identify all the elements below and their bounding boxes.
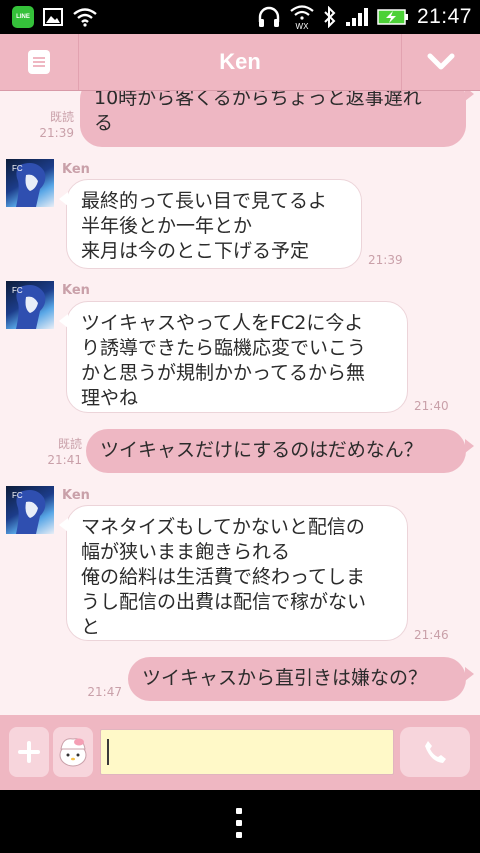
message-line: と xyxy=(81,616,101,638)
message-line: 俺の給料は生活費で終わってしま xyxy=(81,566,366,588)
headphones-icon xyxy=(258,6,280,27)
message-meta: 既読 21:39 xyxy=(36,109,74,141)
message-meta: 21:47 xyxy=(84,684,122,700)
image-icon xyxy=(43,8,63,26)
overflow-menu-icon[interactable] xyxy=(236,808,242,838)
avatar[interactable]: FC xyxy=(6,486,54,534)
phone-icon xyxy=(425,741,446,763)
message-time: 21:40 xyxy=(414,399,449,413)
wifi-icon xyxy=(73,8,97,27)
melody-sticker-icon xyxy=(59,738,87,767)
avatar[interactable]: FC xyxy=(6,159,54,207)
message-meta: 既読 21:41 xyxy=(44,436,82,468)
line-icon: LINE xyxy=(12,6,34,28)
message-line: 10時から客くるからちょっと返事遅れ xyxy=(94,91,422,109)
message-input-bar xyxy=(0,715,480,790)
message-line: ツイキャスから直引きは嫌なの？ xyxy=(142,667,428,689)
bluetooth-icon xyxy=(324,6,336,28)
avatar-image: FC xyxy=(12,285,46,329)
menu-button[interactable] xyxy=(0,34,79,90)
chat-area[interactable]: 既読 21:39 10時から客くるからちょっと返事遅れ る FC Ken 最終的… xyxy=(0,91,480,715)
navigation-bar xyxy=(0,790,480,853)
chat-header: Ken xyxy=(0,34,480,91)
message-time: 21:47 xyxy=(87,685,122,699)
message-line: り誘導できたら臨機応変でいこう xyxy=(81,337,367,359)
message-line: る xyxy=(94,112,114,134)
message-line: ツイキャスだけにするのはだめなん？ xyxy=(100,439,423,461)
message-line: ツイキャスやって人をFC2に今よ xyxy=(81,312,364,334)
message-bubble-incoming[interactable]: マネタイズもしてかないと配信の 幅が狭いまま飽きられる 俺の給料は生活費で終わっ… xyxy=(59,505,408,641)
message-line: 幅が狭いまま飽きられる xyxy=(81,541,291,563)
menu-icon xyxy=(28,50,50,74)
svg-text:FC: FC xyxy=(12,491,23,500)
avatar[interactable]: FC xyxy=(6,281,54,329)
wifi-wx-icon: WX xyxy=(290,5,314,30)
message-bubble-outgoing[interactable]: ツイキャスだけにするのはだめなん？ xyxy=(86,429,474,473)
message-line: マネタイズもしてかないと配信の xyxy=(81,516,365,538)
message-line: かと思うが規制かかってるから無 xyxy=(81,362,366,384)
message-line: 最終的って長い目で見てるよ xyxy=(81,190,328,212)
svg-text:WX: WX xyxy=(295,22,309,30)
message-time: 21:41 xyxy=(47,453,82,467)
dropdown-button[interactable] xyxy=(401,34,480,90)
status-clock: 21:47 xyxy=(416,5,472,28)
message-time: 21:39 xyxy=(39,126,74,140)
battery-charging-icon xyxy=(377,9,408,25)
chevron-down-icon xyxy=(427,53,455,70)
signal-icon xyxy=(345,8,368,26)
message-bubble-incoming[interactable]: 最終的って長い目で見てるよ 半年後とか一年とか 来月は今のとこ下げる予定 xyxy=(59,179,362,269)
status-bar: LINE WX 21:47 xyxy=(0,0,480,34)
message-line: 理やね xyxy=(81,387,139,409)
message-line: 半年後とか一年とか xyxy=(81,215,253,237)
avatar-image: FC xyxy=(12,163,46,207)
sticker-button[interactable] xyxy=(53,727,93,777)
sender-name: Ken xyxy=(62,283,90,298)
message-line: うし配信の出費は配信で稼がない xyxy=(81,591,367,613)
chat-title: Ken xyxy=(219,49,261,74)
message-input[interactable] xyxy=(100,729,394,775)
svg-text:FC: FC xyxy=(12,164,23,173)
message-bubble-incoming[interactable]: ツイキャスやって人をFC2に今よ り誘導できたら臨機応変でいこう かと思うが規制… xyxy=(59,301,408,413)
message-bubble-outgoing[interactable]: 10時から客くるからちょっと返事遅れ る xyxy=(80,91,474,147)
message-bubble-outgoing[interactable]: ツイキャスから直引きは嫌なの？ xyxy=(128,657,474,701)
read-receipt: 既読 xyxy=(49,110,74,124)
avatar-image: FC xyxy=(12,490,46,534)
read-receipt: 既読 xyxy=(57,437,82,451)
message-line: 来月は今のとこ下げる予定 xyxy=(81,240,310,262)
text-caret xyxy=(107,739,109,765)
sender-name: Ken xyxy=(62,488,90,503)
sender-name: Ken xyxy=(62,162,90,177)
add-button[interactable] xyxy=(9,727,49,777)
svg-text:FC: FC xyxy=(12,286,23,295)
message-time: 21:46 xyxy=(414,628,449,642)
plus-icon xyxy=(18,741,40,763)
message-time: 21:39 xyxy=(368,253,403,267)
call-button[interactable] xyxy=(400,727,470,777)
